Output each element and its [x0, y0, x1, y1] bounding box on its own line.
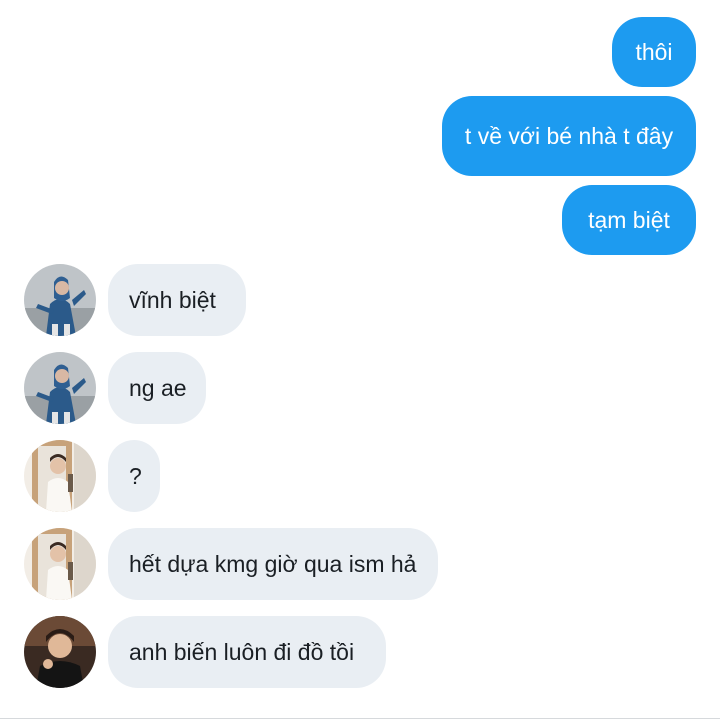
sent-message-bubble[interactable]: thôi: [612, 17, 696, 87]
received-message-bubble[interactable]: ?: [108, 440, 160, 512]
user-b-avatar[interactable]: [24, 440, 96, 512]
sent-message-bubble[interactable]: t về với bé nhà t đây: [442, 96, 696, 176]
user-c-avatar[interactable]: [24, 616, 96, 688]
received-message-bubble[interactable]: ng ae: [108, 352, 206, 424]
message-text: vĩnh biệt: [129, 286, 216, 313]
received-message-bubble[interactable]: anh biến luôn đi đồ tồi: [108, 616, 386, 688]
divider: [0, 718, 720, 719]
received-message-bubble[interactable]: hết dựa kmg giờ qua ism hả: [108, 528, 438, 600]
message-text: ?: [129, 462, 142, 489]
message-text: thôi: [635, 38, 673, 65]
user-a-avatar[interactable]: [24, 264, 96, 336]
message-text: t về với bé nhà t đây: [464, 122, 674, 149]
message-text: ng ae: [129, 374, 187, 401]
received-message-bubble[interactable]: vĩnh biệt: [108, 264, 246, 336]
user-b-avatar[interactable]: [24, 528, 96, 600]
sent-message-bubble[interactable]: tạm biệt: [562, 185, 696, 255]
user-a-avatar[interactable]: [24, 352, 96, 424]
message-text: tạm biệt: [588, 206, 670, 233]
message-text: anh biến luôn đi đồ tồi: [129, 638, 355, 665]
message-text: hết dựa kmg giờ qua ism hả: [129, 550, 417, 577]
chat-thread: thôi t về với bé nhà t đây tạm biệt vĩnh…: [0, 0, 720, 722]
